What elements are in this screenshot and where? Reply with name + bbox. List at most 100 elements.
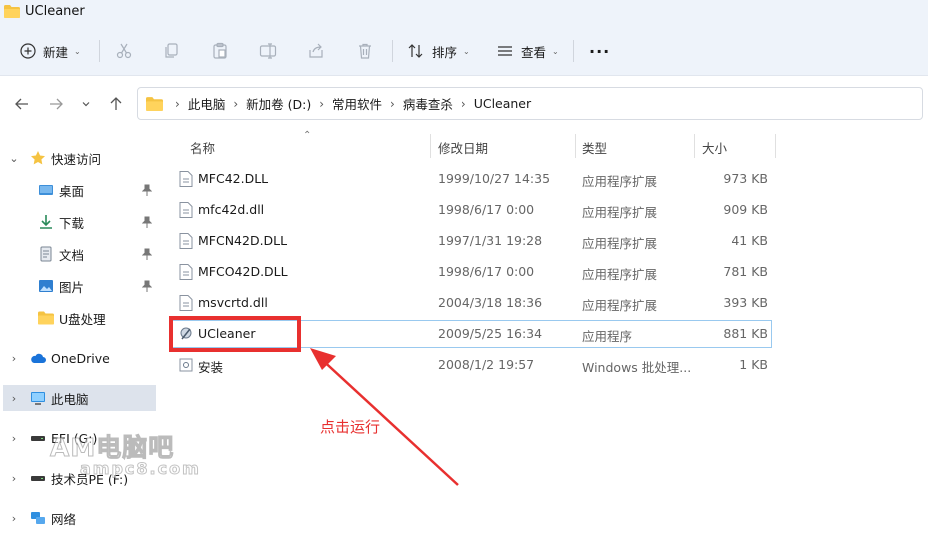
document-icon: [40, 246, 52, 262]
back-button[interactable]: [11, 93, 33, 115]
column-divider[interactable]: [430, 134, 431, 158]
file-date: 1998/6/17 0:00: [438, 202, 535, 217]
file-row[interactable]: msvcrtd.dll 2004/3/18 18:36 应用程序扩展 393 K…: [172, 289, 772, 317]
column-header-size[interactable]: 大小: [702, 138, 727, 157]
trash-icon: [359, 43, 371, 59]
annotation-text: 点击运行: [320, 418, 381, 436]
view-list-icon: [498, 46, 512, 56]
file-name: 安装: [198, 360, 224, 375]
file-row[interactable]: MFC42.DLL 1999/10/27 14:35 应用程序扩展 973 KB: [172, 165, 772, 193]
chevron-right-icon[interactable]: ›: [8, 472, 20, 485]
file-type: 应用程序扩展: [582, 236, 658, 251]
cloud-icon: [31, 353, 46, 363]
chevron-right-icon[interactable]: ›: [8, 392, 20, 405]
sort-button[interactable]: 排序 ⌄: [407, 38, 470, 64]
nav-onedrive[interactable]: › OneDrive: [0, 345, 158, 371]
toolbar-divider: [392, 40, 393, 62]
toolbar-divider: [573, 40, 574, 62]
view-button[interactable]: 查看 ⌄: [496, 38, 559, 64]
chevron-right-icon[interactable]: ›: [8, 432, 20, 445]
file-explorer-window: UCleaner 新建 ⌄ 排序 ⌄ 查看 ⌄ ··· › 此电脑 › 新加卷 …: [0, 0, 928, 533]
file-row[interactable]: MFCO42D.DLL 1998/6/17 0:00 应用程序扩展 781 KB: [172, 258, 772, 286]
chevron-right-icon[interactable]: ›: [8, 352, 20, 365]
nav-quick-access[interactable]: ⌄ 快速访问: [0, 145, 158, 171]
column-divider[interactable]: [694, 134, 695, 158]
breadcrumb-item[interactable]: 常用软件: [332, 94, 382, 113]
breadcrumb-item[interactable]: 此电脑: [188, 94, 226, 113]
nav-network[interactable]: › 网络: [0, 505, 158, 531]
column-header-name[interactable]: 名称: [190, 138, 215, 157]
download-icon: [40, 215, 52, 229]
drive-icon: [31, 476, 45, 481]
file-type: 应用程序扩展: [582, 174, 658, 189]
cut-button[interactable]: [115, 38, 133, 64]
dll-file-icon: [179, 264, 193, 280]
chevron-down-icon: ⌄: [463, 46, 470, 56]
column-divider[interactable]: [575, 134, 576, 158]
nav-u-disk-folder[interactable]: U盘处理: [0, 305, 158, 331]
file-date: 2008/1/2 19:57: [438, 357, 535, 372]
rename-icon: [259, 43, 277, 59]
chevron-down-icon[interactable]: ⌄: [8, 152, 20, 165]
share-button[interactable]: [307, 38, 325, 64]
nav-label: 文档: [59, 247, 85, 263]
file-row[interactable]: 安装 2008/1/2 19:57 Windows 批处理... 1 KB: [172, 351, 772, 379]
nav-label: 快速访问: [51, 151, 102, 167]
file-type: 应用程序扩展: [582, 298, 658, 313]
nav-label: 图片: [59, 279, 85, 295]
sort-arrows-icon: [408, 44, 423, 58]
more-options-button[interactable]: ···: [589, 38, 610, 64]
new-button[interactable]: 新建 ⌄: [20, 38, 81, 64]
file-size: 973 KB: [723, 171, 768, 186]
nav-label: 桌面: [59, 183, 85, 199]
folder-icon: [146, 96, 163, 111]
copy-button[interactable]: [163, 38, 181, 64]
paste-icon: [213, 42, 227, 59]
breadcrumb-item[interactable]: UCleaner: [474, 96, 531, 111]
breadcrumb-item[interactable]: 病毒查杀: [403, 94, 453, 113]
arrow-right-icon: [50, 98, 63, 110]
nav-label: 此电脑: [51, 391, 89, 407]
file-size: 881 KB: [723, 326, 768, 341]
file-row[interactable]: MFCN42D.DLL 1997/1/31 19:28 应用程序扩展 41 KB: [172, 227, 772, 255]
chevron-down-icon: ⌄: [552, 46, 559, 56]
dll-file-icon: [179, 202, 193, 218]
nav-desktop[interactable]: 桌面: [0, 177, 158, 203]
column-divider[interactable]: [775, 134, 776, 158]
chevron-down-icon: ⌄: [74, 46, 81, 56]
breadcrumb-item[interactable]: 新加卷 (D:): [246, 94, 311, 113]
network-icon: [31, 512, 45, 524]
column-header-type[interactable]: 类型: [582, 138, 607, 157]
file-size: 781 KB: [723, 264, 768, 279]
nav-label: OneDrive: [51, 350, 110, 366]
breadcrumb: › 此电脑 › 新加卷 (D:) › 常用软件 › 病毒查杀 › UCleane…: [146, 88, 531, 119]
picture-icon: [39, 280, 53, 292]
nav-label: 网络: [51, 511, 77, 527]
address-bar[interactable]: › 此电脑 › 新加卷 (D:) › 常用软件 › 病毒查杀 › UCleane…: [137, 87, 923, 120]
annotation-highlight-box: [169, 316, 301, 352]
recent-locations-button[interactable]: [75, 93, 97, 115]
chevron-right-icon[interactable]: ›: [8, 512, 20, 525]
forward-button[interactable]: [45, 93, 67, 115]
file-name: MFCO42D.DLL: [198, 264, 288, 279]
rename-button[interactable]: [259, 38, 277, 64]
window-title: UCleaner: [25, 4, 85, 19]
paste-button[interactable]: [211, 38, 229, 64]
file-date: 1997/1/31 19:28: [438, 233, 543, 248]
delete-button[interactable]: [356, 38, 374, 64]
file-size: 393 KB: [723, 295, 768, 310]
nav-pictures[interactable]: 图片: [0, 273, 158, 299]
pin-icon: [142, 216, 152, 228]
nav-downloads[interactable]: 下载: [0, 209, 158, 235]
nav-documents[interactable]: 文档: [0, 241, 158, 267]
up-button[interactable]: [105, 93, 127, 115]
file-type: Windows 批处理...: [582, 360, 692, 375]
file-date: 2004/3/18 18:36: [438, 295, 543, 310]
pin-icon: [142, 280, 152, 292]
sort-ascending-icon: ⌃: [303, 130, 312, 141]
chevron-right-icon: ›: [175, 96, 180, 111]
file-row[interactable]: mfc42d.dll 1998/6/17 0:00 应用程序扩展 909 KB: [172, 196, 772, 224]
dll-file-icon: [179, 171, 193, 187]
nav-this-pc[interactable]: › 此电脑: [3, 385, 156, 411]
column-header-date[interactable]: 修改日期: [438, 138, 488, 157]
